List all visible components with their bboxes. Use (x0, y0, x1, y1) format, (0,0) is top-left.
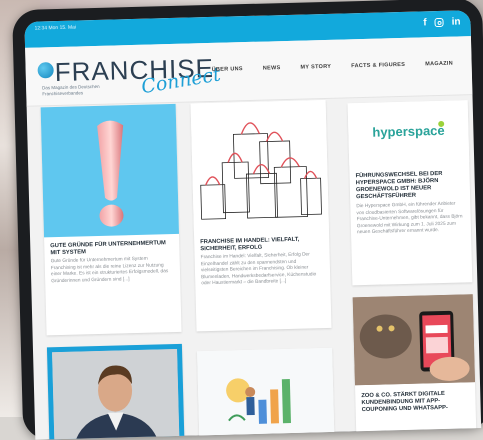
nav-magazine[interactable]: MAGAZIN (425, 61, 453, 68)
article-title[interactable]: FÜHRUNGSWECHSEL BEI DER HYPERSPACE GMBH:… (355, 170, 464, 201)
facebook-icon[interactable]: f (423, 17, 427, 29)
article-card[interactable] (46, 343, 185, 440)
site-header: FRANCHISE Connect Das Magazin des Deutsc… (25, 36, 473, 107)
website-screen: 12:34 Mon 15. Mai f in FRANCHISE Connect… (24, 10, 482, 440)
globe-icon (37, 62, 54, 79)
phone-photo (352, 294, 475, 386)
article-card[interactable]: hyperspace FÜHRUNGSWECHSEL BEI DER HYPER… (347, 100, 473, 286)
article-title[interactable]: ZOO & CO. STÄRKT DIGITALE KUNDENBINDUNG … (361, 390, 470, 414)
article-card[interactable]: GUTE GRÜNDE FÜR UNTERNEHMERTUM MIT SYSTE… (40, 103, 182, 336)
hyperspace-logo: hyperspace (372, 122, 445, 140)
linkedin-icon[interactable]: in (452, 16, 461, 28)
article-card[interactable]: FRANCHISE IM HANDEL: VIELFALT, SICHERHEI… (190, 99, 332, 332)
article-title[interactable]: FRANCHISE IM HANDEL: VIELFALT, SICHERHEI… (200, 236, 323, 253)
article-card[interactable]: ZOO & CO. STÄRKT DIGITALE KUNDENBINDUNG … (352, 294, 477, 440)
nav-my-story[interactable]: MY STORY (300, 64, 331, 71)
instagram-icon[interactable] (434, 17, 444, 28)
article-image (190, 99, 329, 234)
article-image (197, 347, 335, 440)
article-card[interactable] (197, 347, 335, 440)
tablet-frame: 12:34 Mon 15. Mai f in FRANCHISE Connect… (12, 0, 483, 440)
social-links: f in (423, 16, 461, 29)
article-image: hyperspace (347, 100, 470, 166)
growth-chart-illustration (226, 378, 291, 424)
article-title[interactable]: GUTE GRÜNDE FÜR UNTERNEHMERTUM MIT SYSTE… (50, 240, 173, 257)
status-text: 12:34 Mon 15. Mai (34, 24, 77, 32)
nav-facts-figures[interactable]: FACTS & FIGURES (351, 62, 405, 69)
shopping-bags-icon (200, 122, 322, 220)
article-image (40, 103, 179, 238)
portrait-photo (52, 348, 180, 440)
nav-news[interactable]: NEWS (263, 65, 281, 71)
logo-subtitle: Das Magazin des Deutschen Franchiseverba… (42, 83, 100, 97)
article-excerpt: Franchise im Handel: Vielfalt, Sicherhei… (200, 252, 317, 287)
exclamation-icon (97, 120, 124, 227)
article-image (352, 294, 475, 386)
article-excerpt: Die Hyperspace GmbH, ein führender Anbie… (356, 201, 463, 236)
person-image (52, 348, 180, 440)
main-nav: ÜBER UNS NEWS MY STORY FACTS & FIGURES M… (212, 61, 453, 73)
article-excerpt: Gute Gründe für Unternehmertum mit Syste… (50, 256, 169, 284)
nav-about[interactable]: ÜBER UNS (212, 66, 243, 73)
